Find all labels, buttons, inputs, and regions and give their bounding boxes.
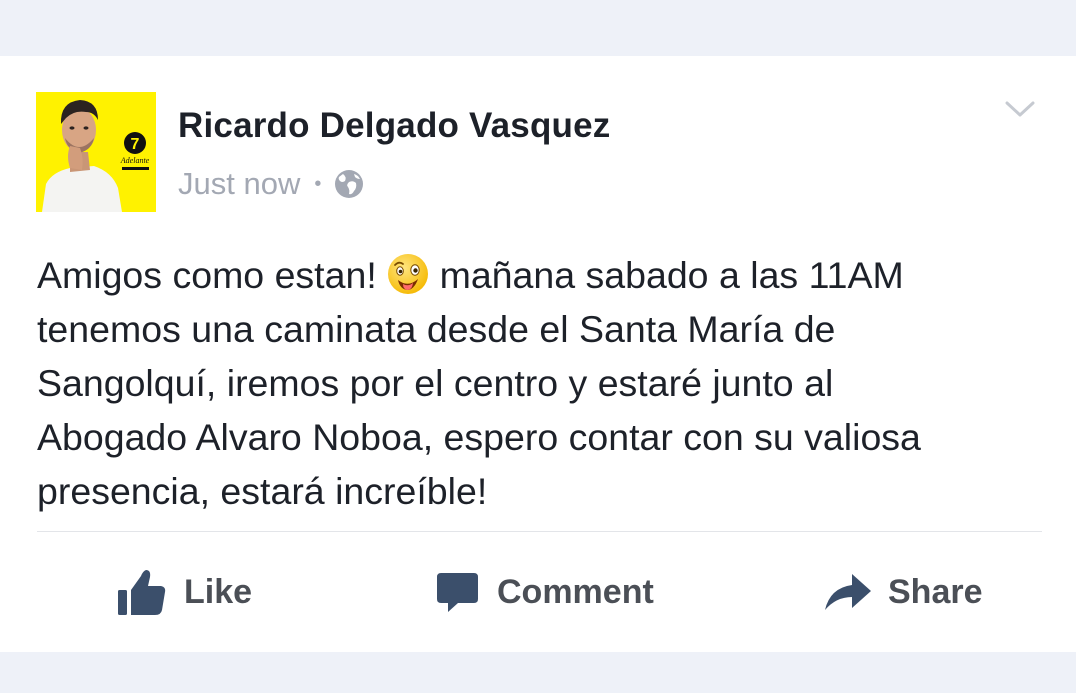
speech-bubble-icon: [436, 570, 479, 614]
share-arrow-icon: [824, 572, 872, 612]
chevron-down-icon[interactable]: [1004, 98, 1036, 120]
avatar-image: 7 Adelante: [36, 92, 156, 212]
avatar-badge-number: 7: [131, 136, 140, 153]
globe-icon[interactable]: [334, 169, 364, 199]
comment-label: Comment: [497, 572, 654, 611]
post-text-part-1: Amigos como estan!: [37, 254, 388, 296]
thumbs-up-icon: [117, 569, 166, 616]
avatar[interactable]: 7 Adelante: [36, 92, 156, 212]
action-bar: Like Comment Share: [0, 562, 1076, 622]
like-label: Like: [184, 572, 253, 611]
comment-button[interactable]: Comment: [436, 562, 654, 622]
author-name[interactable]: Ricardo Delgado Vasquez: [178, 106, 611, 146]
like-button[interactable]: Like: [117, 562, 252, 622]
avatar-badge-text: Adelante: [120, 156, 150, 165]
smiley-tongue-face-icon: [387, 253, 429, 295]
share-label: Share: [888, 572, 983, 611]
meta-separator: •: [314, 172, 322, 195]
post-card: 7 Adelante Ricardo Delgado Vasquez Just …: [0, 56, 1076, 652]
post-meta: Just now •: [178, 164, 364, 204]
post-text: Amigos como estan! mañana sabado a las 1…: [37, 248, 1047, 518]
share-button[interactable]: Share: [824, 562, 983, 622]
divider: [37, 531, 1042, 532]
timestamp[interactable]: Just now: [178, 166, 300, 202]
